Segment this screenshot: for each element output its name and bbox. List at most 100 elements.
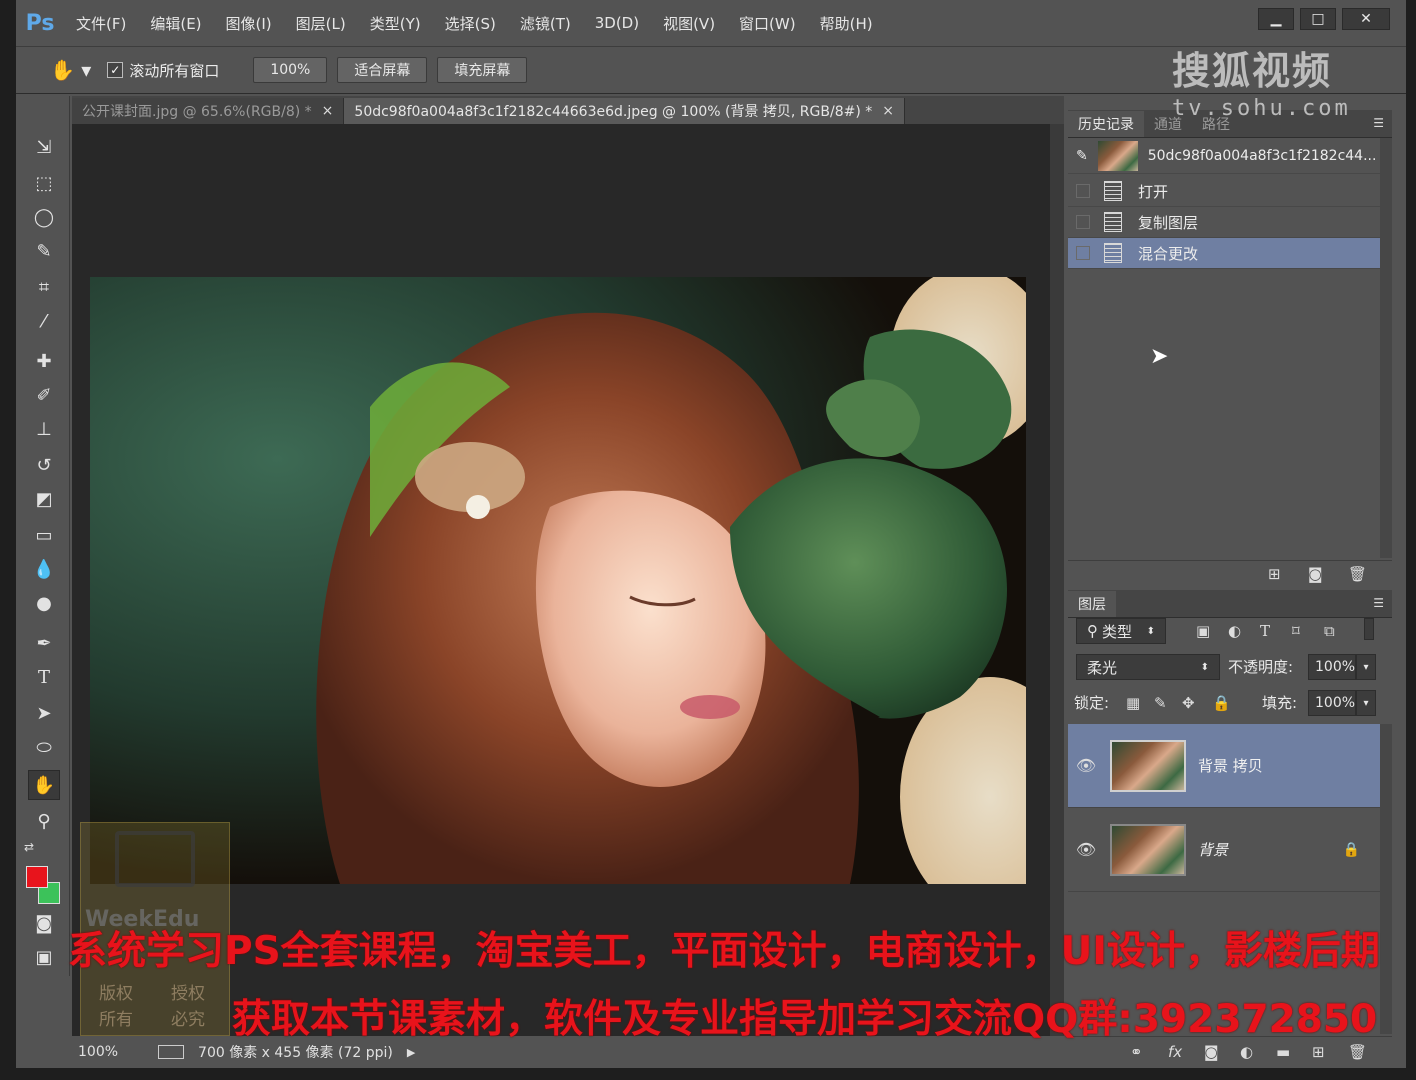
menu-image[interactable]: 图像(I) (214, 0, 284, 46)
lock-position-icon[interactable]: ✥ (1182, 694, 1195, 712)
type-tool-icon[interactable]: T (28, 662, 60, 692)
foreground-color-swatch[interactable] (26, 866, 48, 888)
layer-row-background-copy[interactable]: 👁 背景 拷贝 (1068, 724, 1380, 808)
stamp-tool-icon[interactable]: ⊥ (28, 414, 60, 444)
lasso-tool-icon[interactable]: ◯ (28, 202, 60, 232)
fill-input[interactable]: 100% (1308, 690, 1356, 716)
menu-type[interactable]: 类型(Y) (358, 0, 433, 46)
tab-active-doc[interactable]: 50dc98f0a004a8f3c1f2182c44663e6d.jpeg @ … (344, 98, 905, 124)
tab-close-icon[interactable]: × (882, 103, 894, 119)
brush-source-icon[interactable]: ✎ (1076, 148, 1088, 164)
history-source-checkbox[interactable] (1076, 215, 1090, 229)
snapshot-camera-icon[interactable]: ◙ (1308, 565, 1323, 583)
panel-menu-icon[interactable]: ☰ (1373, 116, 1384, 130)
history-source-checkbox[interactable] (1076, 184, 1090, 198)
add-mask-icon[interactable]: ◙ (1204, 1043, 1219, 1061)
layer-filter-dropdown[interactable]: ⚲ 类型 ⬍ (1076, 618, 1166, 644)
menu-layer[interactable]: 图层(L) (284, 0, 358, 46)
lock-all-icon[interactable]: 🔒 (1212, 694, 1231, 712)
window-controls: ▁ □ ✕ (1258, 8, 1390, 30)
menu-file[interactable]: 文件(F) (64, 0, 138, 46)
menu-window[interactable]: 窗口(W) (727, 0, 808, 46)
move-tool-icon[interactable]: ⇲ (28, 132, 60, 162)
visibility-eye-icon[interactable]: 👁 (1068, 840, 1104, 859)
delete-state-icon[interactable]: 🗑 (1348, 565, 1367, 583)
menu-filter[interactable]: 滤镜(T) (508, 0, 583, 46)
menu-3d[interactable]: 3D(D) (583, 0, 651, 46)
history-source-checkbox[interactable] (1076, 246, 1090, 260)
scroll-all-windows-option[interactable]: ✓ 滚动所有窗口 (107, 60, 219, 81)
lock-image-icon[interactable]: ✎ (1154, 694, 1167, 712)
new-group-icon[interactable]: ▬ (1276, 1043, 1290, 1061)
status-zoom[interactable]: 100% (78, 1044, 118, 1060)
marquee-tool-icon[interactable]: ⬚ (28, 168, 60, 198)
menu-select[interactable]: 选择(S) (433, 0, 508, 46)
menu-edit[interactable]: 编辑(E) (138, 0, 213, 46)
filter-adjustment-icon[interactable]: ◐ (1228, 622, 1241, 640)
lock-transparent-icon[interactable]: ▦ (1126, 694, 1140, 712)
layer-name[interactable]: 背景 (1198, 839, 1228, 860)
history-snapshot[interactable]: ✎ 50dc98f0a004a8f3c1f2182c44... (1068, 138, 1380, 174)
tab-close-icon[interactable]: × (322, 103, 334, 119)
hand-tool-preset-icon[interactable]: ✋ ▾ (50, 58, 91, 82)
minimize-button[interactable]: ▁ (1258, 8, 1294, 30)
quick-select-tool-icon[interactable]: ✎ (28, 236, 60, 266)
history-step-selected[interactable]: 混合更改 (1068, 238, 1380, 269)
hand-tool-icon[interactable]: ✋ (28, 770, 60, 800)
filter-type-icon[interactable]: T (1260, 622, 1270, 640)
maximize-button[interactable]: □ (1300, 8, 1336, 30)
fill-dropdown-arrow[interactable]: ▾ (1356, 690, 1376, 716)
history-brush-tool-icon[interactable]: ↺ (28, 450, 60, 480)
brush-tool-icon[interactable]: ✐ (28, 380, 60, 410)
quick-mask-icon[interactable]: ◙ (28, 908, 60, 938)
gradient-tool-icon[interactable]: ▭ (28, 520, 60, 550)
link-layers-icon[interactable]: ⚭ (1130, 1043, 1143, 1061)
tab-history[interactable]: 历史记录 (1068, 111, 1144, 137)
filter-shape-icon[interactable]: ⌑ (1292, 622, 1300, 640)
status-menu-arrow[interactable]: ▶ (407, 1046, 415, 1059)
tab-cover-doc[interactable]: 公开课封面.jpg @ 65.6%(RGB/8) * × (72, 98, 345, 124)
fill-screen-button[interactable]: 填充屏幕 (437, 57, 528, 83)
layers-menu-icon[interactable]: ☰ (1373, 596, 1384, 610)
fx-icon[interactable]: fx (1168, 1043, 1182, 1061)
blur-tool-icon[interactable]: 💧 (28, 554, 60, 584)
history-scrollbar[interactable] (1380, 138, 1392, 558)
tab-layers[interactable]: 图层 (1068, 591, 1116, 617)
dodge-tool-icon[interactable]: ● (28, 588, 60, 618)
history-step[interactable]: 打开 (1068, 176, 1380, 207)
zoom-100-button[interactable]: 100% (253, 57, 328, 83)
pen-tool-icon[interactable]: ✒ (28, 628, 60, 658)
healing-brush-tool-icon[interactable]: ✚ (28, 346, 60, 376)
path-select-tool-icon[interactable]: ➤ (28, 698, 60, 728)
layer-lock-icon[interactable]: 🔒 (1343, 842, 1360, 858)
vertical-scrollbar[interactable] (1050, 124, 1064, 1036)
shape-tool-icon[interactable]: ⬭ (28, 732, 60, 762)
history-step[interactable]: 复制图层 (1068, 207, 1380, 238)
new-document-from-state-icon[interactable]: ⊞ (1268, 565, 1281, 583)
fit-screen-button[interactable]: 适合屏幕 (337, 57, 428, 83)
scroll-all-checkbox[interactable]: ✓ (107, 62, 124, 78)
menu-view[interactable]: 视图(V) (651, 0, 727, 46)
eraser-tool-icon[interactable]: ◩ (28, 484, 60, 514)
visibility-eye-icon[interactable]: 👁 (1068, 756, 1104, 775)
filter-pixel-icon[interactable]: ▣ (1196, 622, 1210, 640)
menu-help[interactable]: 帮助(H) (808, 0, 885, 46)
swap-colors-icon[interactable]: ⇄ (24, 840, 34, 854)
layers-scrollbar[interactable] (1380, 724, 1392, 1034)
crop-tool-icon[interactable]: ⌗ (28, 272, 60, 302)
layer-row-background[interactable]: 👁 背景 🔒 (1068, 808, 1380, 892)
document-image[interactable] (90, 277, 1026, 884)
filter-toggle[interactable] (1364, 618, 1374, 640)
delete-layer-icon[interactable]: 🗑 (1348, 1043, 1367, 1061)
eyedropper-tool-icon[interactable]: ⁄ (28, 306, 60, 336)
adjustment-layer-icon[interactable]: ◐ (1240, 1043, 1253, 1061)
new-layer-icon[interactable]: ⊞ (1312, 1043, 1325, 1061)
zoom-tool-icon[interactable]: ⚲ (28, 806, 60, 836)
layer-name[interactable]: 背景 拷贝 (1198, 755, 1263, 776)
opacity-dropdown-arrow[interactable]: ▾ (1356, 654, 1376, 680)
filter-smart-object-icon[interactable]: ⧉ (1324, 622, 1335, 640)
close-button[interactable]: ✕ (1342, 8, 1390, 30)
blend-mode-dropdown[interactable]: 柔光 ⬍ (1076, 654, 1220, 680)
screen-mode-icon[interactable]: ▣ (28, 942, 60, 972)
opacity-input[interactable]: 100% (1308, 654, 1356, 680)
